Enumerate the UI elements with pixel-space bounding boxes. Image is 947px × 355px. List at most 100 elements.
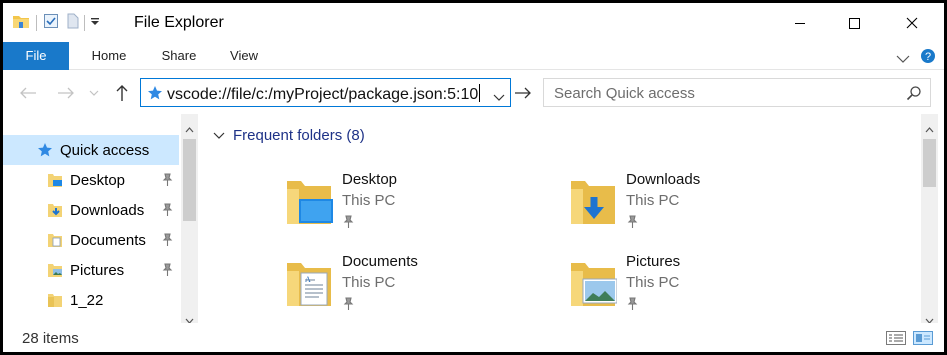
chevron-down-icon: [213, 132, 225, 140]
pictures-folder-icon: [571, 263, 617, 306]
pin-icon: [342, 297, 354, 316]
item-count: 28 items: [22, 330, 79, 347]
tab-share[interactable]: Share: [151, 42, 207, 70]
address-row: vscode://file/c:/myProject/package.json:…: [3, 70, 944, 114]
title-bar: File Explorer: [3, 3, 944, 42]
content-pane: Frequent folders (8) Desktop This PC Dow…: [199, 114, 919, 323]
sidebar-item-quick-access[interactable]: Quick access: [3, 135, 179, 165]
search-box[interactable]: Search Quick access: [543, 78, 931, 107]
folder-location: This PC: [626, 274, 680, 291]
downloads-folder-icon: [47, 202, 63, 218]
documents-folder-icon: [47, 232, 63, 248]
tab-view[interactable]: View: [217, 42, 271, 70]
ribbon-tabs: File Home Share View ?: [3, 42, 944, 70]
documents-folder-icon: A: [287, 263, 331, 306]
group-title: Frequent folders (8): [233, 127, 365, 144]
forward-button[interactable]: [55, 82, 77, 104]
folder-name: Pictures: [626, 253, 681, 270]
pin-icon: [626, 215, 638, 234]
status-bar: 28 items: [3, 323, 944, 352]
folder-name: Documents: [342, 253, 418, 270]
properties-icon[interactable]: [43, 13, 59, 34]
scroll-up-icon[interactable]: [185, 120, 194, 138]
toolbar-divider: [36, 15, 37, 31]
forward-arrow-icon: [58, 87, 74, 99]
sidebar-item-label: Quick access: [60, 141, 150, 159]
customize-toolbar-icon[interactable]: [90, 14, 100, 32]
navigation-scrollbar[interactable]: [181, 114, 198, 323]
pin-icon[interactable]: [161, 233, 173, 251]
sidebar-item-documents[interactable]: Documents: [3, 225, 179, 255]
sidebar-item-1-22[interactable]: 1_22: [3, 285, 179, 315]
search-icon[interactable]: [906, 85, 922, 106]
sidebar-item-label: 1_22: [70, 291, 104, 309]
pictures-folder-icon: [47, 262, 63, 278]
folder-name: Desktop: [342, 171, 398, 188]
pin-icon[interactable]: [161, 173, 173, 191]
sidebar-item-downloads[interactable]: Downloads: [3, 195, 179, 225]
folder-name: Downloads: [626, 171, 701, 188]
sidebar-item-label: Downloads: [70, 201, 145, 219]
folder-icon: [47, 292, 63, 308]
chevron-down-icon: [89, 90, 99, 96]
folder-tile-downloads[interactable]: Downloads This PC: [569, 171, 829, 245]
close-icon: [906, 17, 918, 28]
pin-icon: [626, 297, 638, 316]
minimize-button[interactable]: [777, 3, 823, 42]
sidebar-item-label: Pictures: [70, 261, 125, 279]
window-title: File Explorer: [134, 14, 224, 31]
sidebar-item-desktop[interactable]: Desktop: [3, 165, 179, 195]
desktop-folder-icon: [287, 181, 333, 224]
go-arrow-icon: [515, 87, 531, 99]
address-dropdown-icon[interactable]: [493, 89, 505, 107]
maximize-icon: [849, 17, 860, 29]
sidebar-item-pictures[interactable]: Pictures: [3, 255, 179, 285]
scrollbar-thumb[interactable]: [183, 139, 196, 221]
folder-tile-documents[interactable]: A Documents This PC: [285, 253, 545, 327]
downloads-folder-icon: [571, 181, 615, 224]
sidebar-item-label: Desktop: [70, 171, 126, 189]
expand-ribbon-icon[interactable]: [896, 51, 910, 69]
address-bar[interactable]: vscode://file/c:/myProject/package.json:…: [140, 78, 511, 107]
folder-location: This PC: [626, 192, 680, 209]
navigation-pane: Quick access Desktop Downloads Documents…: [3, 114, 199, 323]
pin-icon[interactable]: [161, 203, 173, 221]
desktop-folder-icon: [47, 172, 63, 188]
scrollbar-thumb[interactable]: [923, 139, 936, 187]
quick-access-toolbar: [12, 13, 100, 33]
go-button[interactable]: [512, 82, 534, 104]
large-icons-view-icon[interactable]: [913, 331, 933, 350]
address-text: vscode://file/c:/myProject/package.json:…: [167, 84, 481, 103]
new-folder-icon[interactable]: [67, 13, 79, 34]
sidebar-item-label: Documents: [70, 231, 146, 249]
scroll-down-icon[interactable]: [185, 311, 194, 323]
group-header[interactable]: Frequent folders (8): [213, 127, 365, 144]
folder-location: This PC: [342, 192, 396, 209]
svg-text:A: A: [305, 275, 311, 284]
toolbar-divider: [84, 15, 85, 31]
details-view-icon[interactable]: [886, 331, 906, 350]
folder-tile-pictures[interactable]: Pictures This PC: [569, 253, 829, 327]
content-scrollbar[interactable]: [921, 114, 938, 324]
recent-locations-button[interactable]: [87, 82, 101, 104]
star-icon: [147, 85, 163, 106]
close-button[interactable]: [889, 3, 935, 42]
up-button[interactable]: [111, 82, 133, 104]
minimize-icon: [795, 22, 805, 24]
scroll-up-icon[interactable]: [925, 120, 934, 138]
folder-tile-desktop[interactable]: Desktop This PC: [285, 171, 545, 245]
tab-home[interactable]: Home: [80, 42, 138, 70]
back-button[interactable]: [17, 82, 39, 104]
help-icon[interactable]: ?: [920, 48, 936, 69]
tab-file[interactable]: File: [3, 42, 69, 70]
back-arrow-icon: [20, 87, 36, 99]
pin-icon[interactable]: [161, 263, 173, 281]
folder-icon[interactable]: [12, 13, 30, 34]
file-explorer-window: File Explorer File Home Share View ? vsc…: [3, 3, 944, 352]
folder-location: This PC: [342, 274, 396, 291]
star-icon: [37, 142, 53, 158]
maximize-button[interactable]: [831, 3, 877, 42]
up-arrow-icon: [116, 85, 128, 101]
sidebar-item-partial[interactable]: [3, 315, 179, 323]
svg-text:?: ?: [925, 51, 931, 63]
